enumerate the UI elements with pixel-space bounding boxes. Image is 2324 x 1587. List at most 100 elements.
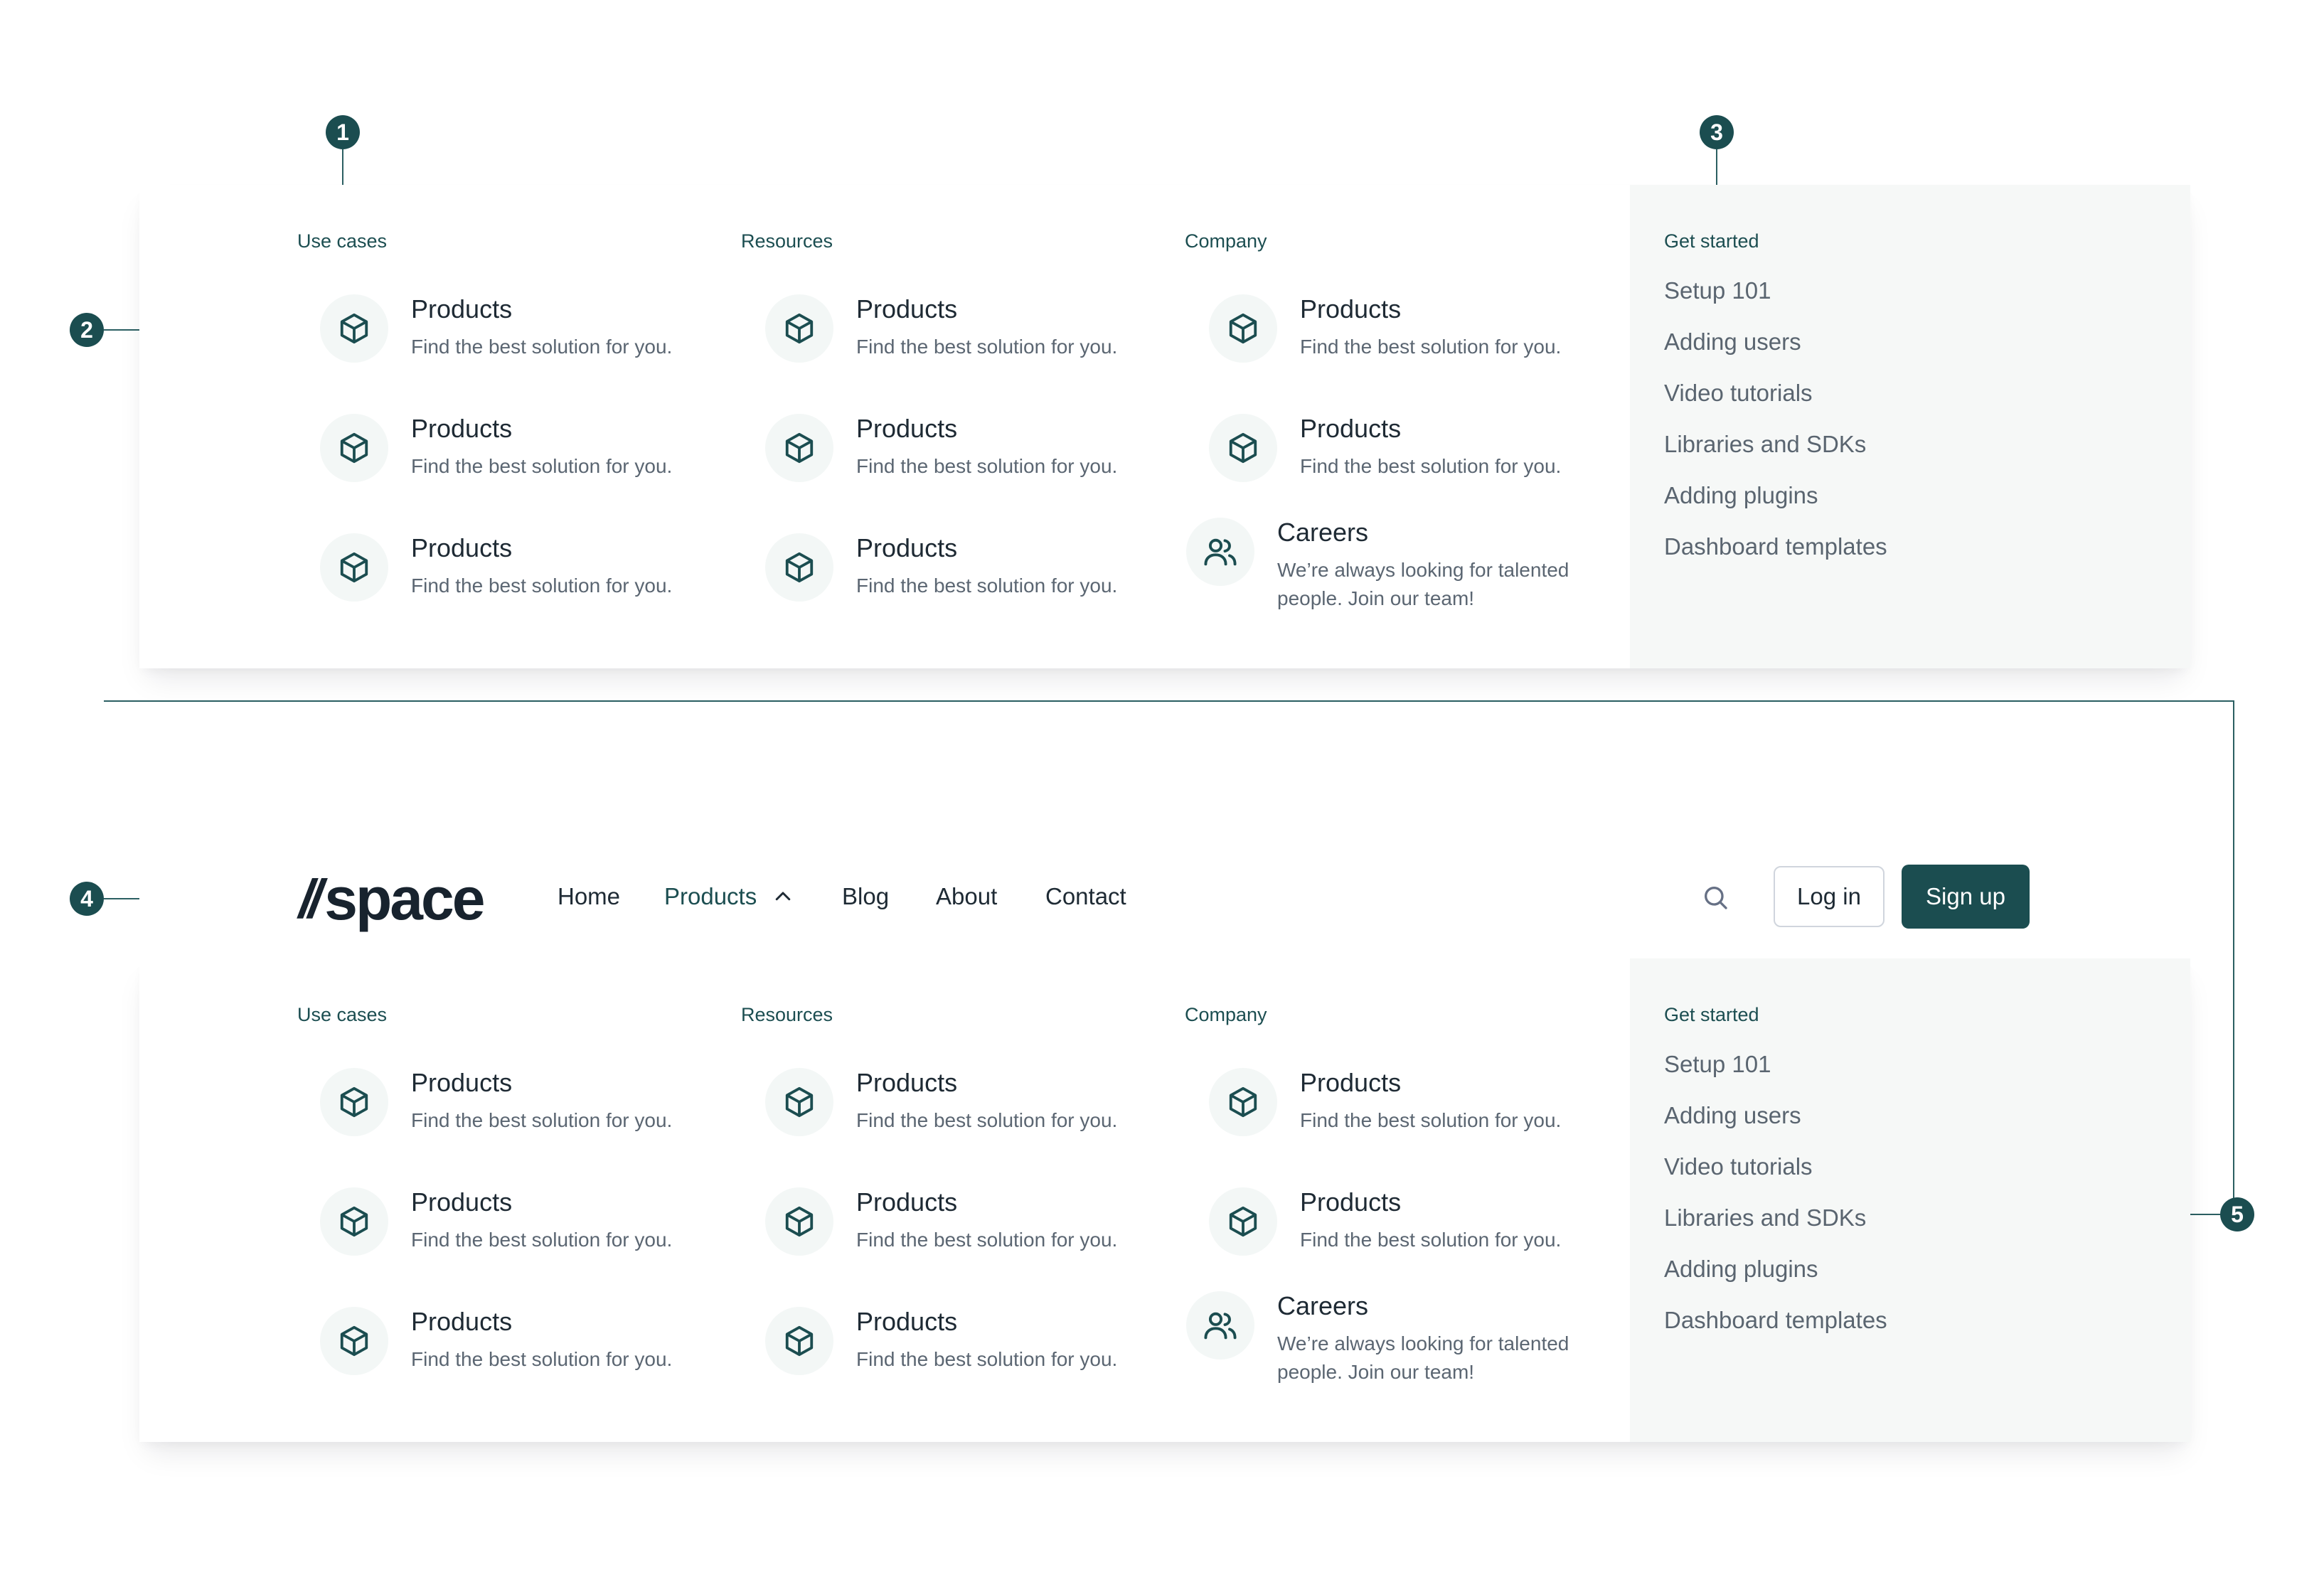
menu-item-description: Find the best solution for you. — [856, 1348, 1118, 1370]
menu-item[interactable]: Products Find the best solution for you. — [765, 1068, 1163, 1167]
column-title-use-cases: Use cases — [297, 1004, 388, 1025]
nav-link-about[interactable]: About — [936, 883, 997, 910]
annotation-bracket-horizontal — [104, 700, 2234, 702]
menu-item-description: Find the best solution for you. — [411, 1109, 673, 1131]
cube-icon — [1209, 1068, 1277, 1136]
sidebar-link-plugins[interactable]: Adding plugins — [1664, 482, 1818, 509]
menu-item[interactable]: Products Find the best solution for you. — [765, 1307, 1163, 1406]
logo-mark: // — [299, 868, 323, 929]
sidebar-link-adding-users[interactable]: Adding users — [1664, 1102, 1801, 1129]
sidebar-link-plugins[interactable]: Adding plugins — [1664, 1256, 1818, 1283]
mega-menu-sidebar — [1630, 958, 2190, 1442]
menu-item-description: Find the best solution for you. — [1300, 336, 1562, 358]
menu-item[interactable]: Products Find the best solution for you. — [320, 533, 718, 633]
chevron-up-icon[interactable] — [772, 886, 794, 907]
sidebar-title-get-started: Get started — [1664, 230, 1759, 252]
cube-icon — [320, 533, 388, 602]
annotation-line-4 — [104, 898, 139, 899]
menu-item-description: Find the best solution for you. — [1300, 1229, 1562, 1251]
search-icon[interactable] — [1701, 883, 1729, 912]
nav-link-products[interactable]: Products — [664, 883, 757, 910]
menu-item-description: Find the best solution for you. — [411, 455, 673, 477]
menu-item-careers[interactable]: Careers We’re always looking for talente… — [1186, 518, 1584, 617]
mega-menu-sidebar — [1630, 185, 2190, 668]
cube-icon — [320, 414, 388, 482]
column-title-resources: Resources — [741, 1004, 833, 1025]
nav-link-contact[interactable]: Contact — [1045, 883, 1126, 910]
menu-item[interactable]: Products Find the best solution for you. — [320, 414, 718, 513]
cube-icon — [320, 1187, 388, 1256]
menu-item-description: Find the best solution for you. — [856, 1109, 1118, 1131]
menu-item-description: Find the best solution for you. — [411, 1348, 673, 1370]
menu-item-title: Products — [856, 1307, 958, 1336]
cube-icon — [765, 414, 833, 482]
users-icon — [1186, 518, 1254, 586]
menu-item-title: Products — [1300, 1187, 1402, 1217]
menu-item-title: Products — [411, 1187, 513, 1217]
menu-item[interactable]: Products Find the best solution for you. — [320, 294, 718, 394]
menu-item[interactable]: Products Find the best solution for you. — [1209, 294, 1607, 394]
sidebar-link-video-tutorials[interactable]: Video tutorials — [1664, 1153, 1813, 1180]
sidebar-link-libraries[interactable]: Libraries and SDKs — [1664, 431, 1866, 458]
column-title-company: Company — [1185, 1004, 1267, 1025]
menu-item-description: We’re always looking for talented people… — [1277, 559, 1569, 609]
menu-item[interactable]: Products Find the best solution for you. — [320, 1068, 718, 1167]
menu-item[interactable]: Products Find the best solution for you. — [765, 294, 1163, 394]
sidebar-link-setup[interactable]: Setup 101 — [1664, 1051, 1771, 1078]
menu-item-title: Products — [1300, 414, 1402, 443]
nav-link-home[interactable]: Home — [558, 883, 620, 910]
menu-item[interactable]: Products Find the best solution for you. — [765, 1187, 1163, 1287]
menu-item-title: Products — [411, 1068, 513, 1097]
menu-item-title: Products — [411, 1307, 513, 1336]
sidebar-link-dashboard-templates[interactable]: Dashboard templates — [1664, 533, 1887, 560]
users-icon — [1186, 1291, 1254, 1359]
menu-item[interactable]: Products Find the best solution for you. — [320, 1307, 718, 1406]
sidebar-link-libraries[interactable]: Libraries and SDKs — [1664, 1204, 1866, 1231]
cube-icon — [320, 294, 388, 363]
logo[interactable]: // space — [299, 863, 485, 934]
annotation-marker-5: 5 — [2220, 1197, 2254, 1231]
mega-menu-panel-standalone: Use cases Resources Company Get started … — [139, 185, 2190, 668]
cube-icon — [765, 1307, 833, 1375]
menu-item-title: Careers — [1277, 1291, 1369, 1320]
menu-item[interactable]: Products Find the best solution for you. — [1209, 414, 1607, 513]
menu-item-title: Products — [1300, 294, 1402, 324]
annotation-marker-4: 4 — [70, 882, 104, 916]
mega-menu-panel-open: Use cases Resources Company Get started … — [139, 958, 2190, 1442]
nav-link-blog[interactable]: Blog — [842, 883, 889, 910]
menu-item[interactable]: Products Find the best solution for you. — [1209, 1068, 1607, 1167]
sidebar-link-video-tutorials[interactable]: Video tutorials — [1664, 380, 1813, 407]
cube-icon — [765, 1187, 833, 1256]
menu-item-description: Find the best solution for you. — [411, 1229, 673, 1251]
login-button[interactable]: Log in — [1774, 866, 1885, 927]
menu-item[interactable]: Products Find the best solution for you. — [1209, 1187, 1607, 1287]
menu-item-title: Products — [1300, 1068, 1402, 1097]
cube-icon — [1209, 414, 1277, 482]
menu-item-description: Find the best solution for you. — [856, 455, 1118, 477]
menu-item-title: Products — [856, 1187, 958, 1217]
menu-item-description: Find the best solution for you. — [1300, 455, 1562, 477]
signup-button[interactable]: Sign up — [1902, 865, 2030, 929]
menu-item-title: Products — [856, 294, 958, 324]
annotation-marker-3: 3 — [1700, 115, 1734, 149]
menu-item[interactable]: Products Find the best solution for you. — [320, 1187, 718, 1287]
cube-icon — [320, 1307, 388, 1375]
menu-item[interactable]: Products Find the best solution for you. — [765, 414, 1163, 513]
menu-item-title: Products — [856, 1068, 958, 1097]
menu-item-careers[interactable]: Careers We’re always looking for talente… — [1186, 1291, 1584, 1391]
menu-item-description: Find the best solution for you. — [1300, 1109, 1562, 1131]
menu-item-description: We’re always looking for talented people… — [1277, 1332, 1569, 1383]
menu-item-description: Find the best solution for you. — [411, 575, 673, 597]
menu-item-title: Careers — [1277, 518, 1369, 547]
cube-icon — [320, 1068, 388, 1136]
sidebar-link-dashboard-templates[interactable]: Dashboard templates — [1664, 1307, 1887, 1334]
menu-item-description: Find the best solution for you. — [856, 575, 1118, 597]
sidebar-link-setup[interactable]: Setup 101 — [1664, 277, 1771, 304]
cube-icon — [765, 1068, 833, 1136]
menu-item-title: Products — [411, 533, 513, 562]
sidebar-link-adding-users[interactable]: Adding users — [1664, 328, 1801, 356]
sidebar-title-get-started: Get started — [1664, 1004, 1759, 1025]
cube-icon — [765, 533, 833, 602]
menu-item-title: Products — [856, 533, 958, 562]
menu-item[interactable]: Products Find the best solution for you. — [765, 533, 1163, 633]
